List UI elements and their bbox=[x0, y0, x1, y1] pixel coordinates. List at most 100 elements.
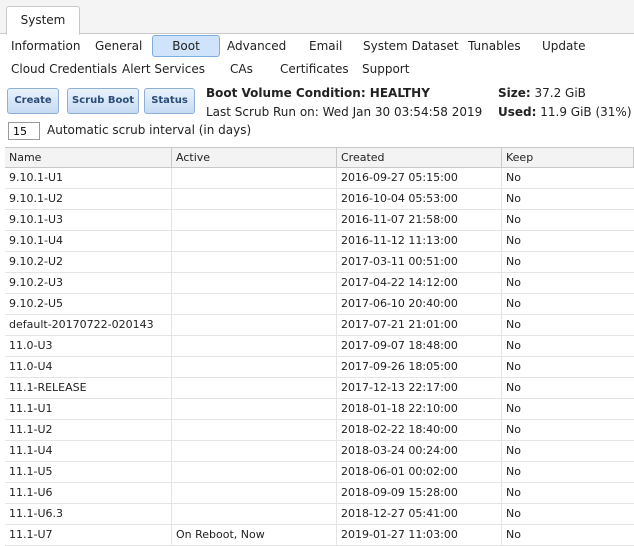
cell-keep: No bbox=[506, 423, 521, 436]
cell-active bbox=[172, 399, 337, 419]
table-row[interactable]: 11.1-U2 2018-02-22 18:40:00 No bbox=[5, 420, 634, 441]
cell-name: 11.0-U4 bbox=[5, 357, 172, 377]
size-value: 37.2 GiB bbox=[534, 86, 586, 100]
table-row[interactable]: 9.10.2-U5 2017-06-10 20:40:00 No bbox=[5, 294, 634, 315]
table-row[interactable]: 9.10.2-U3 2017-04-22 14:12:00 No bbox=[5, 273, 634, 294]
column-header-name[interactable]: Name bbox=[5, 148, 172, 167]
cell-name: 9.10.2-U3 bbox=[5, 273, 172, 293]
table-header: Name Active Created Keep bbox=[5, 148, 634, 168]
subtab-boot[interactable]: Boot bbox=[152, 35, 220, 57]
cell-active bbox=[172, 168, 337, 188]
cell-keep: No bbox=[506, 381, 521, 394]
subtab-advanced[interactable]: Advanced bbox=[227, 35, 286, 57]
cell-name: 11.1-U2 bbox=[5, 420, 172, 440]
table-row[interactable]: 9.10.1-U3 2016-11-07 21:58:00 No bbox=[5, 210, 634, 231]
subtab-alert-services[interactable]: Alert Services bbox=[122, 58, 205, 80]
table-row[interactable]: 9.10.2-U2 2017-03-11 00:51:00 No bbox=[5, 252, 634, 273]
subtab-information[interactable]: Information bbox=[11, 35, 80, 57]
cell-created: 2017-03-11 00:51:00 bbox=[337, 252, 502, 272]
cell-created: 2016-09-27 05:15:00 bbox=[337, 168, 502, 188]
cell-name: 11.0-U3 bbox=[5, 336, 172, 356]
cell-keep: No bbox=[506, 276, 521, 289]
cell-active bbox=[172, 504, 337, 524]
used-value: 11.9 GiB (31%) bbox=[540, 105, 632, 119]
cell-active bbox=[172, 210, 337, 230]
subtab-certificates[interactable]: Certificates bbox=[280, 58, 349, 80]
table-row[interactable]: default-20170722-020143 2017-07-21 21:01:… bbox=[5, 315, 634, 336]
subtab-cas[interactable]: CAs bbox=[230, 58, 253, 80]
scrub-interval-input[interactable] bbox=[8, 122, 40, 140]
table-row[interactable]: 9.10.1-U4 2016-11-12 11:13:00 No bbox=[5, 231, 634, 252]
cell-active bbox=[172, 231, 337, 251]
cell-name: 9.10.2-U5 bbox=[5, 294, 172, 314]
cell-active bbox=[172, 336, 337, 356]
cell-keep: No bbox=[506, 444, 521, 457]
cell-keep: No bbox=[506, 297, 521, 310]
scrub-boot-button[interactable]: Scrub Boot bbox=[67, 88, 139, 114]
cell-active: On Reboot, Now bbox=[172, 525, 337, 545]
cell-created: 2017-09-07 18:48:00 bbox=[337, 336, 502, 356]
cell-name: 11.1-U5 bbox=[5, 462, 172, 482]
column-header-active[interactable]: Active bbox=[172, 148, 337, 167]
cell-name: 11.1-U4 bbox=[5, 441, 172, 461]
table-row[interactable]: 11.0-U3 2017-09-07 18:48:00 No bbox=[5, 336, 634, 357]
size-info: Size: 37.2 GiB bbox=[498, 86, 586, 100]
cell-active bbox=[172, 483, 337, 503]
cell-keep: No bbox=[506, 360, 521, 373]
cell-active bbox=[172, 273, 337, 293]
cell-active bbox=[172, 357, 337, 377]
table-row[interactable]: 9.10.1-U2 2016-10-04 05:53:00 No bbox=[5, 189, 634, 210]
cell-keep: No bbox=[506, 339, 521, 352]
table-row[interactable]: 11.1-U6 2018-09-09 15:28:00 No bbox=[5, 483, 634, 504]
subtab-system-dataset[interactable]: System Dataset bbox=[363, 35, 459, 57]
subtab-support[interactable]: Support bbox=[362, 58, 409, 80]
cell-name: default-20170722-020143 bbox=[5, 315, 172, 335]
subtab-update[interactable]: Update bbox=[542, 35, 585, 57]
cell-name: 9.10.1-U1 bbox=[5, 168, 172, 188]
cell-created: 2018-06-01 00:02:00 bbox=[337, 462, 502, 482]
cell-created: 2018-09-09 15:28:00 bbox=[337, 483, 502, 503]
boot-volume-condition: Boot Volume Condition: HEALTHY bbox=[206, 86, 430, 100]
cell-keep: No bbox=[506, 213, 521, 226]
cell-created: 2016-10-04 05:53:00 bbox=[337, 189, 502, 209]
table-row[interactable]: 11.0-U4 2017-09-26 18:05:00 No bbox=[5, 357, 634, 378]
cell-name: 11.1-RELEASE bbox=[5, 378, 172, 398]
boot-environments-table: Name Active Created Keep 9.10.1-U1 2016-0… bbox=[5, 147, 634, 546]
cell-active bbox=[172, 420, 337, 440]
top-tab-bar: System bbox=[0, 0, 634, 35]
cell-keep: No bbox=[506, 528, 521, 541]
cell-name: 11.1-U7 bbox=[5, 525, 172, 545]
table-row[interactable]: 11.1-U4 2018-03-24 00:24:00 No bbox=[5, 441, 634, 462]
subtab-general[interactable]: General bbox=[95, 35, 142, 57]
table-row[interactable]: 9.10.1-U1 2016-09-27 05:15:00 No bbox=[5, 168, 634, 189]
cell-active bbox=[172, 252, 337, 272]
cell-keep: No bbox=[506, 402, 521, 415]
cell-active bbox=[172, 441, 337, 461]
cell-active bbox=[172, 189, 337, 209]
cell-active bbox=[172, 294, 337, 314]
cell-created: 2017-07-21 21:01:00 bbox=[337, 315, 502, 335]
cell-created: 2017-04-22 14:12:00 bbox=[337, 273, 502, 293]
cell-created: 2018-02-22 18:40:00 bbox=[337, 420, 502, 440]
subtab-tunables[interactable]: Tunables bbox=[468, 35, 521, 57]
table-row[interactable]: 11.1-U6.3 2018-12-27 05:41:00 No bbox=[5, 504, 634, 525]
table-row[interactable]: 11.1-RELEASE 2017-12-13 22:17:00 No bbox=[5, 378, 634, 399]
subtab-email[interactable]: Email bbox=[309, 35, 342, 57]
cell-created: 2017-09-26 18:05:00 bbox=[337, 357, 502, 377]
cell-created: 2017-12-13 22:17:00 bbox=[337, 378, 502, 398]
scrub-interval-label: Automatic scrub interval (in days) bbox=[47, 123, 252, 137]
create-button[interactable]: Create bbox=[7, 88, 59, 114]
cell-name: 9.10.1-U4 bbox=[5, 231, 172, 251]
cell-keep: No bbox=[506, 255, 521, 268]
status-button[interactable]: Status bbox=[144, 88, 195, 114]
column-header-keep[interactable]: Keep bbox=[502, 148, 634, 167]
subtab-cloud-credentials[interactable]: Cloud Credentials bbox=[11, 58, 117, 80]
cell-created: 2018-12-27 05:41:00 bbox=[337, 504, 502, 524]
tab-system[interactable]: System bbox=[6, 6, 80, 35]
table-body: 9.10.1-U1 2016-09-27 05:15:00 No 9.10.1-U2 2… bbox=[5, 168, 634, 546]
cell-name: 9.10.1-U3 bbox=[5, 210, 172, 230]
table-row[interactable]: 11.1-U7 On Reboot, Now 2019-01-27 11:03:00… bbox=[5, 525, 634, 546]
table-row[interactable]: 11.1-U5 2018-06-01 00:02:00 No bbox=[5, 462, 634, 483]
table-row[interactable]: 11.1-U1 2018-01-18 22:10:00 No bbox=[5, 399, 634, 420]
column-header-created[interactable]: Created bbox=[337, 148, 502, 167]
